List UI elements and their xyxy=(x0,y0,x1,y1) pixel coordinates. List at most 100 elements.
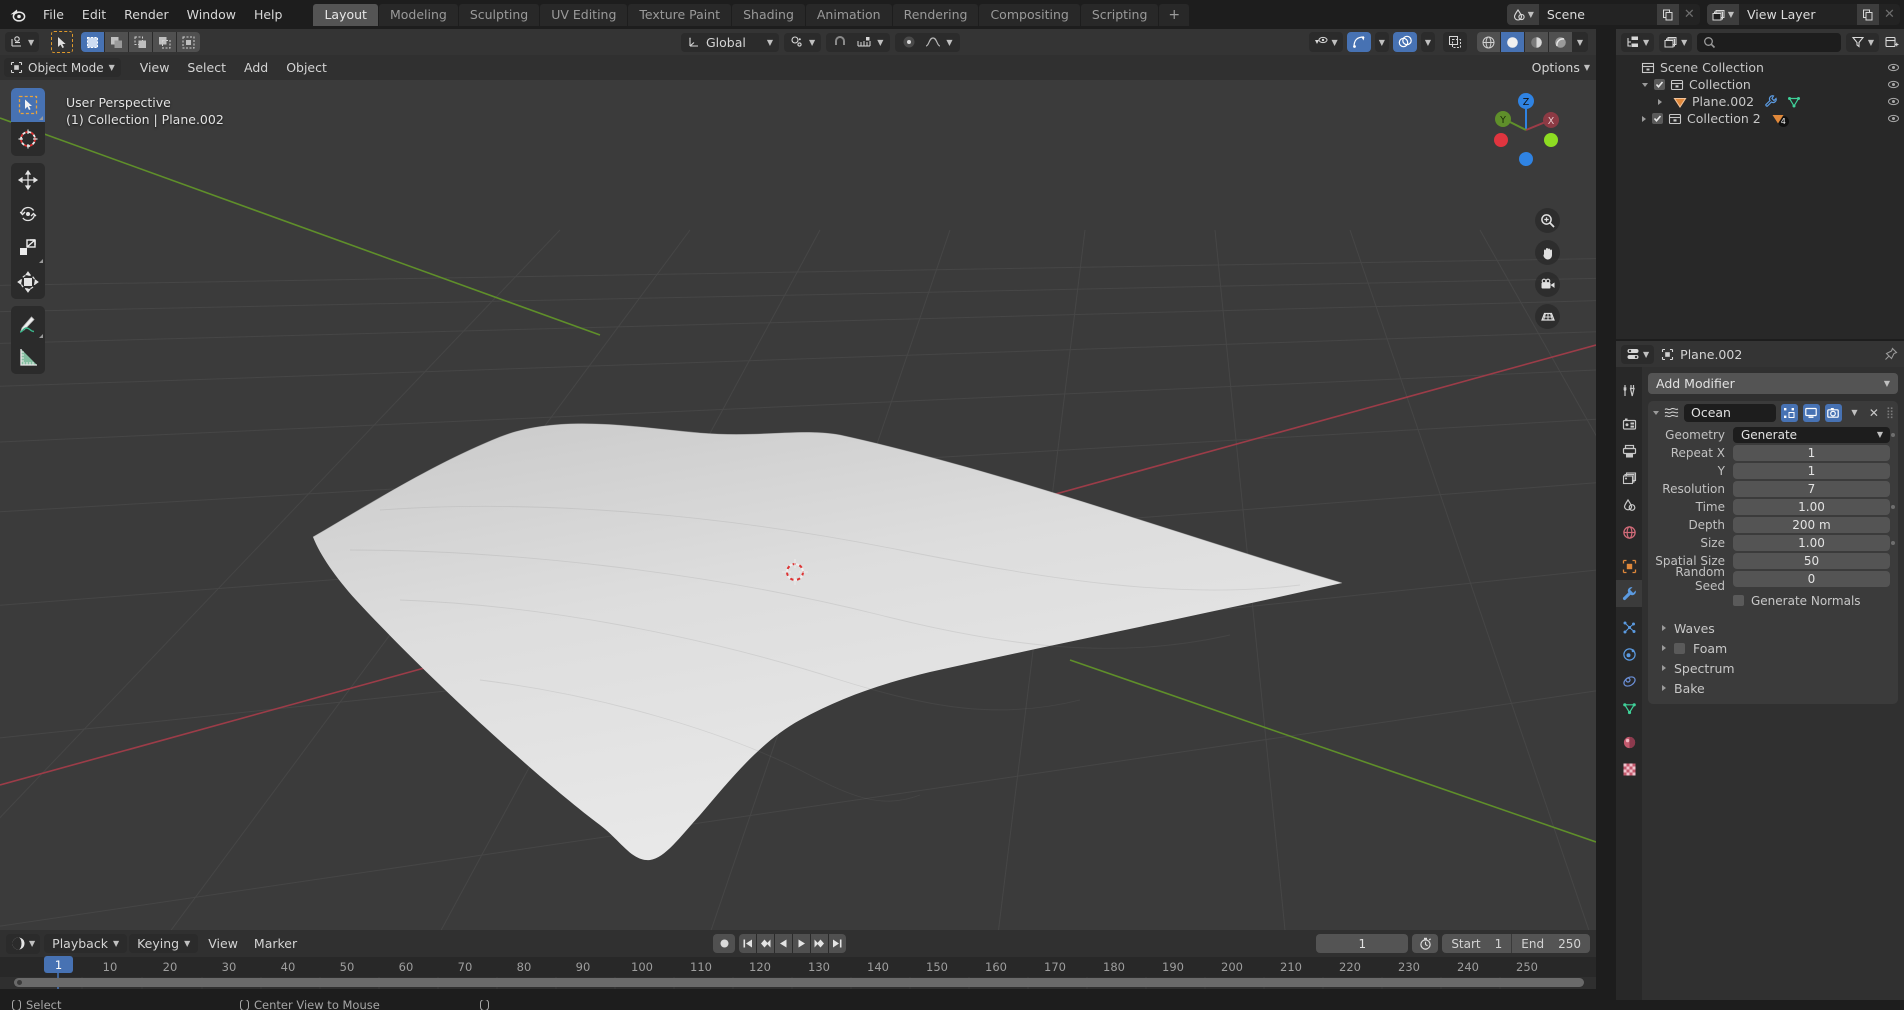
hide-in-viewport-icon[interactable] xyxy=(1887,78,1900,91)
pivot-point-dropdown[interactable]: ▼ xyxy=(784,33,821,52)
modifier-field-value[interactable]: 7 xyxy=(1733,481,1890,497)
gizmo-toggle[interactable] xyxy=(1347,32,1371,52)
breadcrumb[interactable]: Plane.002 xyxy=(1661,347,1742,362)
modifier-field-value[interactable]: 50 xyxy=(1733,553,1890,569)
drag-grip-icon[interactable]: ⣿ xyxy=(1886,406,1893,419)
new-view-layer-button[interactable] xyxy=(1857,4,1879,25)
workspace-tab-uv-editing[interactable]: UV Editing xyxy=(540,4,627,26)
hide-in-viewport-icon[interactable] xyxy=(1887,61,1900,74)
next-keyframe-icon[interactable] xyxy=(811,934,828,953)
view-layer-icon[interactable]: ▼ xyxy=(1707,4,1739,25)
modifier-field-value[interactable]: 1.00 xyxy=(1733,535,1890,551)
scene-name[interactable]: Scene xyxy=(1539,7,1657,22)
smooth-falloff-icon[interactable] xyxy=(922,35,944,49)
outliner-display-mode-icon[interactable]: ▼ xyxy=(1621,33,1654,52)
end-frame-field[interactable]: End 250 xyxy=(1511,934,1590,953)
viewport-options-dropdown[interactable]: Options ▼ xyxy=(1532,60,1590,75)
viewport-menu-add[interactable]: Add xyxy=(235,58,277,77)
editor-type-3dview-icon[interactable]: ▼ xyxy=(5,32,39,52)
modifier-name-field[interactable]: Ocean xyxy=(1684,404,1776,422)
expand-collapse-arrow[interactable] xyxy=(1642,116,1646,122)
scene-selector[interactable]: ▼ Scene ✕ xyxy=(1507,4,1700,25)
viewport-menu-object[interactable]: Object xyxy=(277,58,336,77)
snap-increment-icon[interactable] xyxy=(853,35,875,49)
xray-toggle[interactable] xyxy=(1443,32,1467,52)
modifier-field-value[interactable]: 0 xyxy=(1733,571,1890,587)
expand-collapse-arrow[interactable] xyxy=(1642,83,1648,87)
remove-scene-button[interactable]: ✕ xyxy=(1679,4,1700,25)
workspace-tab-animation[interactable]: Animation xyxy=(806,4,892,26)
scene-icon[interactable]: ▼ xyxy=(1507,4,1539,25)
viewport-menu-select[interactable]: Select xyxy=(178,58,235,77)
overlays-toggle[interactable] xyxy=(1393,32,1417,52)
properties-tab-tool[interactable] xyxy=(1616,377,1642,404)
start-frame-field[interactable]: Start 1 xyxy=(1442,934,1511,953)
select-box-icon[interactable] xyxy=(81,32,104,52)
workspace-tab-texture-paint[interactable]: Texture Paint xyxy=(628,4,731,26)
new-scene-button[interactable] xyxy=(1657,4,1679,25)
select-invert-icon[interactable] xyxy=(153,32,176,52)
magnet-icon[interactable] xyxy=(829,35,851,49)
3d-viewport[interactable]: User Perspective (1) Collection | Plane.… xyxy=(0,80,1596,930)
main-menu-edit[interactable]: Edit xyxy=(73,4,115,25)
animate-property-dot[interactable] xyxy=(1891,433,1895,437)
main-menu-window[interactable]: Window xyxy=(178,4,245,25)
workspace-tab-layout[interactable]: Layout xyxy=(313,4,378,26)
timeline-menu-marker[interactable]: Marker xyxy=(246,934,305,953)
pan-hand-icon[interactable] xyxy=(1535,240,1560,265)
subpanel-checkbox[interactable] xyxy=(1674,643,1685,654)
animate-property-dot[interactable] xyxy=(1891,541,1895,545)
modifier-close-button[interactable]: ✕ xyxy=(1867,406,1881,420)
solid-icon[interactable] xyxy=(1501,32,1524,52)
main-menu-file[interactable]: File xyxy=(34,4,73,25)
tweak-cursor-icon[interactable] xyxy=(51,31,73,53)
mesh-data-icon[interactable] xyxy=(1787,95,1801,109)
modifier-field-value[interactable]: 1 xyxy=(1733,463,1890,479)
properties-tab-material[interactable] xyxy=(1616,729,1642,756)
modifier-wrench-icon[interactable] xyxy=(1764,95,1777,108)
filter-funnel-icon[interactable]: ▼ xyxy=(1846,33,1879,52)
expand-collapse-arrow[interactable] xyxy=(1662,645,1666,651)
modifier-field-value[interactable]: Generate▼ xyxy=(1733,427,1890,443)
modifier-field-value[interactable]: 1.00 xyxy=(1733,499,1890,515)
properties-tab-physics[interactable] xyxy=(1616,641,1642,668)
editor-type-properties-icon[interactable]: ▼ xyxy=(1621,345,1654,364)
render-display-icon[interactable] xyxy=(1825,404,1842,422)
select-intersect-icon[interactable] xyxy=(177,32,200,52)
workspace-tab-shading[interactable]: Shading xyxy=(732,4,805,26)
collection-checkbox[interactable] xyxy=(1652,113,1663,124)
expand-collapse-arrow[interactable] xyxy=(1662,685,1666,691)
move-icon[interactable] xyxy=(11,163,45,197)
workspace-tab-modeling[interactable]: Modeling xyxy=(379,4,458,26)
outliner-row[interactable]: Collection xyxy=(1616,76,1904,93)
modifier-field-value[interactable]: 1 xyxy=(1733,445,1890,461)
prev-keyframe-icon[interactable] xyxy=(757,934,774,953)
modifier-subpanel-foam[interactable]: Foam xyxy=(1648,638,1898,658)
properties-tab-render-camera[interactable] xyxy=(1616,411,1642,438)
outliner-filter-id-icon[interactable]: ▼ xyxy=(1659,33,1692,52)
modifier-subpanel-bake[interactable]: Bake xyxy=(1648,678,1898,698)
remove-view-layer-button[interactable]: ✕ xyxy=(1879,4,1900,25)
play-icon[interactable] xyxy=(793,934,810,953)
stopwatch-icon[interactable] xyxy=(1412,934,1438,953)
transform-orientation-dropdown[interactable]: Global ▼ xyxy=(681,33,779,52)
timeline-menu-view[interactable]: View xyxy=(200,934,246,953)
modifier-field-value[interactable]: 200 m xyxy=(1733,517,1890,533)
rendered-icon[interactable] xyxy=(1549,32,1572,52)
workspace-tab-sculpting[interactable]: Sculpting xyxy=(459,4,539,26)
main-menu-render[interactable]: Render xyxy=(115,4,178,25)
workspace-tab-rendering[interactable]: Rendering xyxy=(893,4,979,26)
overlays-dropdown[interactable]: ▼ xyxy=(1421,32,1435,52)
orthographic-toggle-icon[interactable] xyxy=(1535,304,1560,329)
outliner-row[interactable]: Plane.002 xyxy=(1616,93,1904,110)
navigation-gizmo[interactable]: Z X Y xyxy=(1484,88,1568,172)
modifier-subpanel-waves[interactable]: Waves xyxy=(1648,618,1898,638)
timeline-menu-playback[interactable]: Playback▼ xyxy=(44,934,127,953)
generate-normals-checkbox[interactable] xyxy=(1733,595,1744,606)
expand-collapse-arrow[interactable] xyxy=(1662,665,1666,671)
play-reverse-icon[interactable] xyxy=(775,934,792,953)
camera-view-icon[interactable] xyxy=(1535,272,1560,297)
visibility-dropdown[interactable]: ▼ xyxy=(1309,32,1343,52)
select-extend-icon[interactable] xyxy=(105,32,128,52)
properties-tab-scene-cone[interactable] xyxy=(1616,492,1642,519)
